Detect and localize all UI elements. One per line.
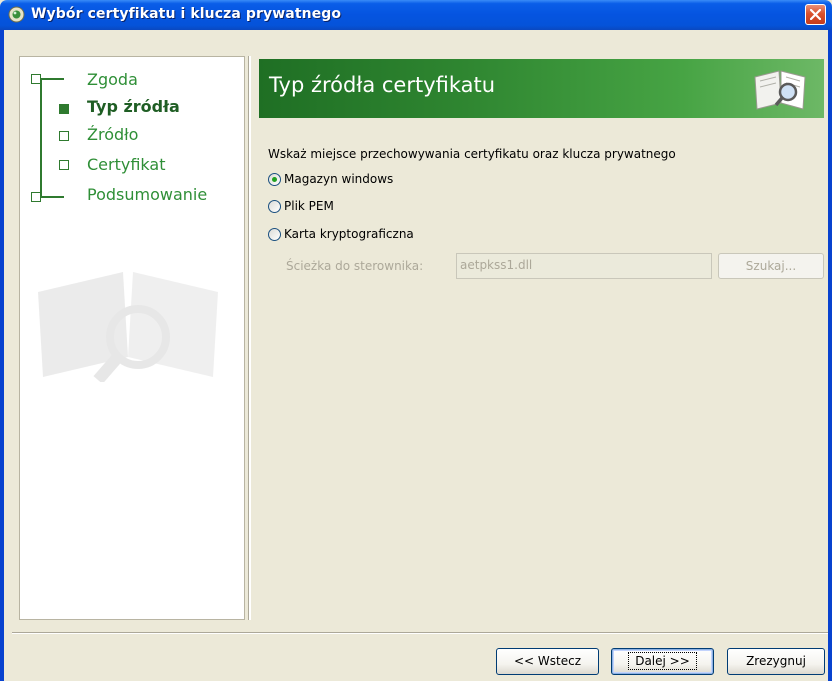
option-magazyn-windows[interactable]: Magazyn windows [268,172,393,186]
option-karta-kryptograficzna[interactable]: Karta kryptograficzna [268,227,414,241]
step-podsumowanie: Podsumowanie [87,185,208,204]
close-button[interactable] [805,4,826,25]
wizard-window: Wybór certyfikatu i klucza prywatnego Zg… [0,0,832,681]
option-label: Plik PEM [284,199,334,213]
sidebar-divider [248,56,251,620]
window-frame-left [0,30,4,681]
back-button[interactable]: << Wstecz [496,648,599,675]
radio-button[interactable] [268,199,281,213]
page-header: Typ źródła certyfikatu [259,59,824,118]
book-magnifier-watermark-icon [38,272,218,382]
title-bar[interactable]: Wybór certyfikatu i klucza prywatnego [0,0,832,30]
browse-button[interactable]: Szukaj... [718,253,824,279]
driver-path-label: Ścieżka do sterownika: [286,259,424,273]
driver-path-input[interactable]: aetpkss1.dll [456,253,712,279]
step-certyfikat: Certyfikat [87,155,166,174]
book-magnifier-icon [754,70,806,110]
next-button-label: Dalej >> [628,652,697,670]
step-marker-certyfikat [59,160,69,170]
option-label: Magazyn windows [284,172,394,186]
app-icon [8,6,25,23]
option-label: Karta kryptograficzna [284,227,414,241]
step-marker-typ-zrodla [59,104,69,114]
step-zgoda: Zgoda [87,70,138,89]
radio-button-checked[interactable] [268,172,281,186]
step-zrodlo: Źródło [87,125,139,144]
next-button[interactable]: Dalej >> [611,648,714,675]
step-marker-zrodlo [59,131,69,141]
cancel-button[interactable]: Zrezygnuj [727,648,825,675]
radio-button[interactable] [268,227,281,241]
instruction-text: Wskaż miejsce przechowywania certyfikatu… [268,147,676,161]
step-marker-zgoda [31,74,41,84]
window-frame-right [828,30,832,681]
window-title: Wybór certyfikatu i klucza prywatnego [31,6,342,22]
tree-connector [40,196,64,198]
tree-connector [40,78,64,80]
step-typ-zrodla: Typ źródła [87,97,180,116]
step-marker-podsumowanie [31,192,41,202]
close-icon [810,9,821,20]
footer-divider [12,632,828,634]
option-plik-pem[interactable]: Plik PEM [268,199,334,213]
steps-sidebar: Zgoda Typ źródła Źródło Certyfikat Podsu… [19,56,245,620]
page-title: Typ źródła certyfikatu [269,73,496,97]
tree-connector [40,78,42,197]
